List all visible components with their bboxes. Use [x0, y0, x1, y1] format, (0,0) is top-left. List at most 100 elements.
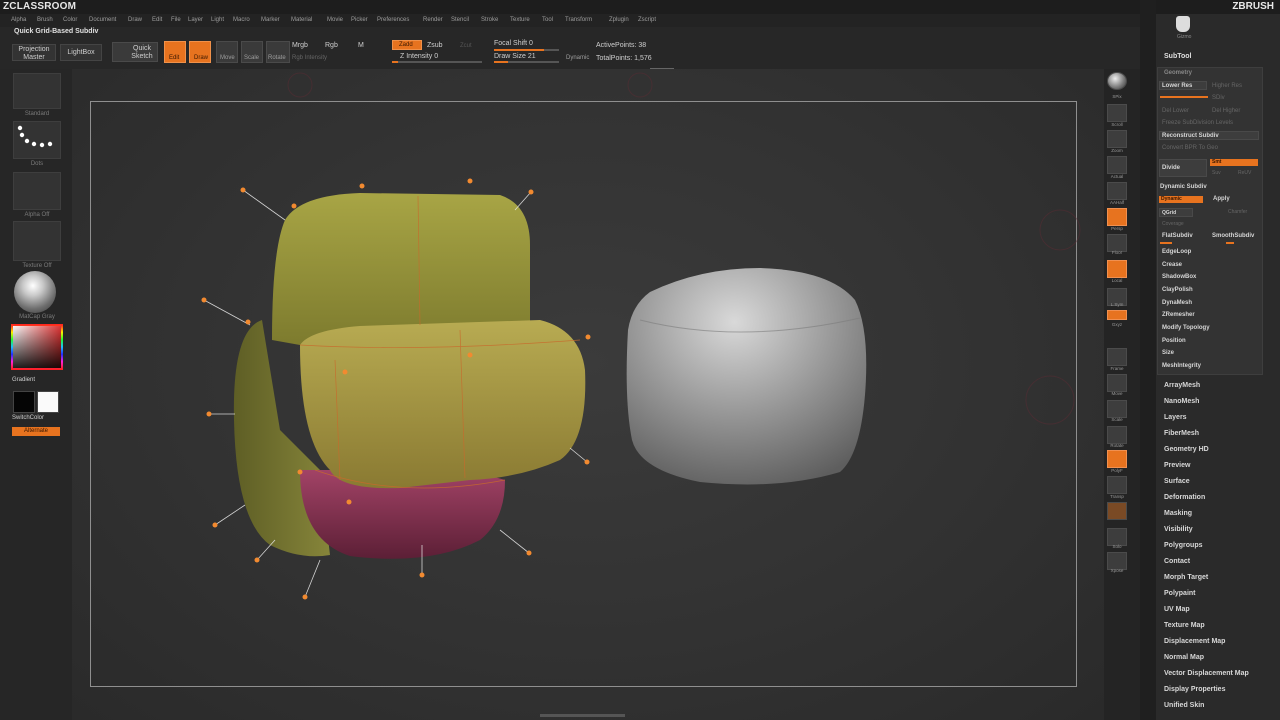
higher-res-button[interactable]: Higher Res — [1212, 83, 1242, 89]
modify-topology-item[interactable]: Modify Topology — [1162, 325, 1210, 331]
uv-map-subpalette[interactable]: UV Map — [1164, 606, 1190, 613]
dynamesh-item[interactable]: DynaMesh — [1162, 300, 1192, 306]
vector-displacement-map-subpalette[interactable]: Vector Displacement Map — [1164, 670, 1249, 677]
lsym-label: L.Sym — [1110, 302, 1124, 307]
dynamic-label: Dynamic — [1161, 196, 1182, 202]
meshintegrity-item[interactable]: MeshIntegrity — [1162, 363, 1201, 369]
sdiv-slider[interactable] — [1160, 96, 1208, 98]
geometry-header[interactable]: Geometry — [1164, 70, 1192, 76]
fibermesh-subpalette[interactable]: FiberMesh — [1164, 430, 1199, 437]
tray-divider[interactable] — [1140, 0, 1156, 720]
local-button[interactable] — [1107, 260, 1127, 278]
smt-label: Smt — [1212, 159, 1222, 165]
visibility-subpalette[interactable]: Visibility — [1164, 526, 1193, 533]
geometry-hd-subpalette[interactable]: Geometry HD — [1164, 446, 1209, 453]
spix-label: SPix — [1112, 94, 1122, 99]
local-label: Local — [1111, 278, 1123, 283]
smt-toggle[interactable]: Smt — [1210, 159, 1258, 166]
nanomesh-subpalette[interactable]: NanoMesh — [1164, 398, 1199, 405]
ghost-button[interactable] — [1107, 502, 1127, 520]
dynamic-toggle[interactable]: Dynamic — [1159, 196, 1203, 203]
morph-target-subpalette[interactable]: Morph Target — [1164, 574, 1208, 581]
scroll-button[interactable] — [1107, 104, 1127, 122]
display-properties-subpalette[interactable]: Display Properties — [1164, 686, 1225, 693]
edgeloop-item[interactable]: EdgeLoop — [1162, 249, 1191, 255]
reconstruct-subdiv-label: Reconstruct Subdiv — [1162, 133, 1219, 139]
smooth-subdiv-fill — [1226, 242, 1234, 244]
aahalf-label: AAHalf — [1109, 200, 1124, 205]
transp-button[interactable] — [1107, 476, 1127, 494]
crease-item[interactable]: Crease — [1162, 262, 1182, 268]
actual-button[interactable] — [1107, 156, 1127, 174]
persp-button[interactable] — [1107, 208, 1127, 226]
mesh-front-slab — [300, 320, 586, 489]
flat-subdiv-slider[interactable]: FlatSubdiv — [1162, 233, 1193, 239]
shadowbox-item[interactable]: ShadowBox — [1162, 274, 1196, 280]
sdiv-label: SDiv — [1212, 95, 1225, 101]
bottom-tray-handle[interactable] — [540, 714, 625, 717]
zoom-label: Zoom — [1111, 148, 1123, 153]
zremesher-item[interactable]: ZRemesher — [1162, 312, 1195, 318]
convert-bpr-button[interactable]: Convert BPR To Geo — [1162, 145, 1218, 151]
position-item[interactable]: Position — [1162, 338, 1186, 344]
scene-render[interactable] — [0, 0, 1280, 720]
deformation-subpalette[interactable]: Deformation — [1164, 494, 1205, 501]
flat-subdiv-fill — [1160, 242, 1172, 244]
reconstruct-subdiv-button[interactable]: Reconstruct Subdiv — [1159, 131, 1259, 140]
rotate-view-button[interactable] — [1107, 426, 1127, 444]
gxyz-button[interactable] — [1107, 310, 1127, 320]
gxyz-label: Gxyz — [1111, 322, 1123, 327]
layers-subpalette[interactable]: Layers — [1164, 414, 1187, 421]
smooth-subdiv-slider[interactable]: SmoothSubdiv — [1212, 233, 1254, 239]
frame-button[interactable] — [1107, 348, 1127, 366]
gizmo-icon[interactable] — [1176, 16, 1190, 32]
polypaint-subpalette[interactable]: Polypaint — [1164, 590, 1196, 597]
gizmo-label: Gizmo — [1177, 34, 1192, 40]
normal-map-subpalette[interactable]: Normal Map — [1164, 654, 1204, 661]
qgrid-label: QGrid — [1162, 210, 1177, 216]
aahalf-button[interactable] — [1107, 182, 1127, 200]
scale-view-button[interactable] — [1107, 400, 1127, 418]
move-view-button[interactable] — [1107, 374, 1127, 392]
surface-subpalette[interactable]: Surface — [1164, 478, 1190, 485]
zoom-button[interactable] — [1107, 130, 1127, 148]
chamfer-toggle[interactable]: Chamfer — [1228, 209, 1247, 215]
gray-cube-mesh — [626, 268, 867, 485]
polyf-label: PolyF — [1111, 468, 1123, 473]
qgrid-slider[interactable]: QGrid — [1159, 208, 1193, 217]
lower-res-label: Lower Res — [1162, 83, 1193, 89]
subtool-header[interactable]: SubTool — [1164, 53, 1191, 60]
unified-skin-subpalette[interactable]: Unified Skin — [1164, 702, 1204, 709]
freeze-subdiv-button[interactable]: Freeze SubDivision Levels — [1162, 120, 1233, 126]
scroll-label: Scroll — [1111, 122, 1123, 127]
polygroups-subpalette[interactable]: Polygroups — [1164, 542, 1203, 549]
masking-subpalette[interactable]: Masking — [1164, 510, 1192, 517]
size-item[interactable]: Size — [1162, 350, 1174, 356]
persp-label: Persp — [1111, 226, 1123, 231]
actual-label: Actual — [1110, 174, 1124, 179]
xpose-label: Xpose — [1110, 568, 1124, 573]
suv-toggle[interactable]: Suv — [1212, 170, 1221, 176]
solo-label: Solo — [1112, 544, 1122, 549]
scale-view-label: Scale — [1111, 417, 1123, 422]
apply-button[interactable]: Apply — [1213, 196, 1230, 202]
divide-label: Divide — [1162, 165, 1181, 171]
bpr-render-icon[interactable] — [1107, 72, 1127, 90]
coverage-slider[interactable]: Coverage — [1162, 221, 1184, 227]
frame-label: Frame — [1110, 366, 1124, 371]
displacement-map-subpalette[interactable]: Displacement Map — [1164, 638, 1225, 645]
del-higher-button[interactable]: Del Higher — [1212, 108, 1240, 114]
floor-label: Floor — [1111, 250, 1123, 255]
divide-button[interactable]: Divide — [1159, 159, 1207, 177]
lower-res-button[interactable]: Lower Res — [1159, 81, 1207, 90]
reuv-toggle[interactable]: ReUV — [1238, 170, 1251, 176]
preview-subpalette[interactable]: Preview — [1164, 462, 1190, 469]
claypolish-item[interactable]: ClayPolish — [1162, 287, 1193, 293]
dynamic-subdiv-header[interactable]: Dynamic Subdiv — [1160, 184, 1207, 190]
arraymesh-subpalette[interactable]: ArrayMesh — [1164, 382, 1200, 389]
polyf-button[interactable] — [1107, 450, 1127, 468]
texture-map-subpalette[interactable]: Texture Map — [1164, 622, 1205, 629]
contact-subpalette[interactable]: Contact — [1164, 558, 1190, 565]
del-lower-button[interactable]: Del Lower — [1162, 108, 1189, 114]
move-view-label: Move — [1111, 391, 1123, 396]
